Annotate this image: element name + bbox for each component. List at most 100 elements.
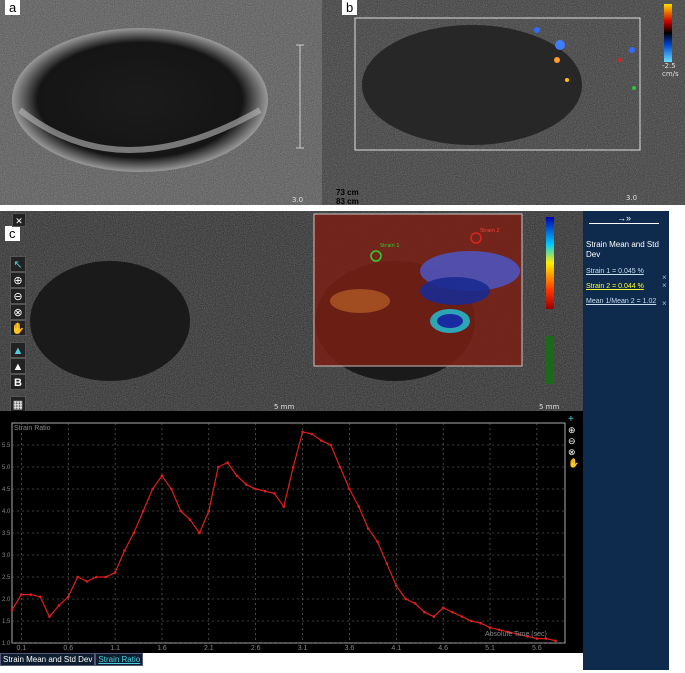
probe-white-icon[interactable]: ▲ [10,358,26,374]
elastography-panel: c Strain 1 Strain 2 5 mm 5 mm [0,211,583,411]
y-tick-label: 2.5 [2,575,11,581]
strain-ratio-point [38,595,42,599]
x-tick-label: 0.1 [17,645,27,652]
strain-ratio-point [207,509,211,513]
strain-ratio-point [29,593,33,596]
chart-add-icon[interactable]: + [568,414,580,425]
panel-label-a: a [5,0,21,15]
strain-ratio-point [479,621,482,625]
strain-ratio-point [95,575,98,579]
x-tick-label: 2.6 [251,645,261,652]
zoom-reset-icon[interactable]: ⊗ [10,304,26,320]
strain-ratio-point [310,432,314,436]
strain-ratio-point [282,505,286,508]
panel-label-c: c [5,226,20,241]
strain-ratio-point [66,595,70,599]
doppler-image-b [322,0,685,205]
strain-ratio-point [263,489,267,493]
panel-label-b: b [342,0,358,15]
sidebar-row-close-icon[interactable]: × [662,281,667,290]
sidebar-title: Strain Mean and Std Dev [586,240,659,259]
x-tick-label: 1.6 [157,645,167,652]
sidebar-row-close-icon[interactable]: × [662,299,667,308]
strain-ratio-point [273,492,276,495]
bmode-image-a [0,0,322,205]
depth-scale-b: 3.0 [626,194,638,202]
strain-ratio-point [160,474,164,478]
probe-icon[interactable]: ▲ [10,342,26,358]
strain-ratio-point [57,604,61,607]
strain-ratio-chart: 0.1 0.6 1.1 1.6 2.1 2.6 3.1 3.6 4.1 4.6 5.1 5.6 1.0 1… [0,411,583,653]
strain-ratio-point [432,615,436,618]
x-axis-label: Absolute Time (sec) [485,631,547,638]
tab-strain-mean-std[interactable]: Strain Mean and Std Dev [0,653,96,666]
x-tick-label: 4.6 [438,645,448,652]
y-tick-label: 4.0 [2,509,11,515]
strain-ratio-point [385,562,389,566]
strain-ratio-point [366,527,370,530]
readout-area: 73 cm 83 cm [322,188,402,206]
zoom-out-icon[interactable]: ⊖ [10,288,26,304]
x-tick-label: 5.1 [485,645,495,652]
depth-scale-a: 3.0 [292,196,304,204]
y-tick-label: 3.5 [2,531,11,537]
close-icon[interactable]: ✕ [12,213,26,227]
strain-ratio-point [235,474,239,478]
sidebar-row-strain-1[interactable]: Strain 1 = 0.045 % [586,268,669,275]
scale-label-left: 5 mm [274,403,295,411]
readout-1: 73 cm [336,188,359,197]
strain-ratio-point [76,575,79,579]
x-tick-label: 5.6 [532,645,542,652]
strain-ratio-point [179,509,183,513]
y-tick-label: 5.0 [2,465,11,471]
pan-hand-icon[interactable]: ✋ [10,320,26,336]
strain-ratio-point [394,584,398,588]
strain-ratio-point [301,430,304,434]
bmode-button[interactable]: B [10,374,26,390]
strain-ratio-point [132,531,136,535]
strain-ratio-point [320,439,323,442]
pointer-tool-icon[interactable]: ↖ [10,256,26,272]
chart-title: Strain Ratio [14,425,51,432]
readout-2: 83 cm [336,197,359,206]
y-tick-label: 1.0 [2,641,11,647]
tab-strain-ratio[interactable]: Strain Ratio [95,653,144,666]
sidebar-row-mean-ratio[interactable]: Mean 1/Mean 2 = 1.02 [586,298,669,305]
grid-tool-icon[interactable]: ▦ [10,396,26,412]
zoom-in-icon[interactable]: ⊕ [10,272,26,288]
x-tick-label: 3.6 [345,645,355,652]
bmode-image-c [0,211,583,411]
strain-ratio-point [338,465,342,469]
strain-ratio-point [226,461,229,464]
chart-pan-icon[interactable]: ✋ [568,458,580,469]
strain-ratio-point [113,571,117,574]
y-tick-label: 2.0 [2,597,11,603]
strain-ratio-point [460,615,464,618]
strain-ratio-point [245,483,248,486]
y-tick-label: 1.5 [2,619,11,625]
strain-ratio-point [441,606,445,610]
strain-ratio-point [170,487,173,491]
y-tick-label: 3.0 [2,553,11,559]
chart-zoom-in-icon[interactable]: ⊕ [568,425,580,436]
strain-ratio-point [423,610,426,614]
x-tick-label: 0.6 [63,645,73,652]
strain-ratio-point [85,580,89,583]
strain-ratio-point [357,505,361,508]
chart-reset-icon[interactable]: ⊗ [568,447,580,458]
sidebar-row-strain-2[interactable]: Strain 2 = 0.044 % [586,283,669,290]
strain-ratio-point [188,518,192,522]
sidebar-arrow-icon[interactable]: →» [589,213,659,224]
strain-ratio-point [10,608,14,612]
strain-ratio-point [554,639,557,643]
strain-ratio-point [488,626,492,629]
strain-ratio-point [20,593,23,596]
y-tick-label: 5.5 [2,443,11,449]
chart-zoom-out-icon[interactable]: ⊖ [568,436,580,447]
strain-ratio-point [254,487,257,491]
strain-ratio-point [123,549,126,552]
strain-ratio-point [141,509,145,513]
ultrasound-panel-a: a 3.0 [0,0,322,205]
strain-ratio-point [404,597,407,601]
x-tick-label: 2.1 [204,645,214,652]
